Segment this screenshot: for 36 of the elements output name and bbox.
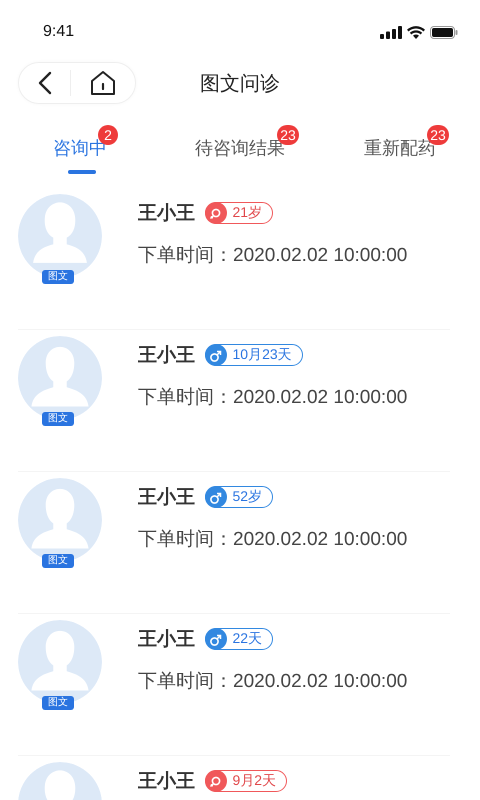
patient-name: 王小王 bbox=[138, 770, 195, 794]
type-tag: 图文 bbox=[42, 696, 74, 710]
order-item[interactable]: 图文 王小王 10月23天 下单时间：2020.02.02 10:00:00 bbox=[18, 330, 450, 472]
home-icon[interactable] bbox=[90, 70, 116, 96]
signal-icon bbox=[380, 26, 402, 38]
page-title: 图文问诊 bbox=[200, 72, 280, 96]
order-time: 下单时间：2020.02.02 10:00:00 bbox=[138, 244, 408, 268]
type-tag: 图文 bbox=[42, 270, 74, 284]
order-time: 下单时间：2020.02.02 10:00:00 bbox=[138, 528, 408, 552]
age-tag: 52岁 bbox=[205, 486, 274, 508]
tab-underline bbox=[68, 170, 96, 174]
male-symbol-icon bbox=[204, 628, 226, 650]
type-tag: 图文 bbox=[42, 554, 74, 568]
patient-name: 王小王 bbox=[138, 202, 195, 226]
female-symbol-icon bbox=[204, 202, 226, 224]
age-tag: 22天 bbox=[205, 628, 274, 650]
order-item[interactable]: 图文 王小王 22天 下单时间：2020.02.02 10:00:00 bbox=[18, 614, 450, 756]
patient-name: 王小王 bbox=[138, 344, 195, 368]
wifi-icon bbox=[407, 26, 425, 38]
type-tag: 图文 bbox=[42, 412, 74, 426]
order-time: 下单时间：2020.02.02 10:00:00 bbox=[138, 670, 408, 694]
age-tag: 10月23天 bbox=[205, 344, 303, 366]
female-symbol-icon bbox=[204, 770, 226, 792]
male-symbol-icon bbox=[204, 344, 226, 366]
order-item[interactable]: 图文 王小王 21岁 下单时间：2020.02.02 10:00:00 bbox=[18, 188, 450, 330]
order-time: 下单时间：2020.02.02 10:00:00 bbox=[138, 386, 408, 410]
age-tag: 9月2天 bbox=[205, 770, 288, 792]
back-icon[interactable] bbox=[38, 71, 52, 95]
battery-icon bbox=[430, 26, 458, 38]
patient-name: 王小王 bbox=[138, 628, 195, 652]
order-item[interactable]: 图文 王小王 52岁 下单时间：2020.02.02 10:00:00 bbox=[18, 472, 450, 614]
age-tag: 21岁 bbox=[205, 202, 274, 224]
status-time: 9:41 bbox=[43, 23, 74, 41]
order-item[interactable]: 王小王 9月2天 bbox=[18, 756, 450, 800]
male-symbol-icon bbox=[204, 486, 226, 508]
patient-name: 王小王 bbox=[138, 486, 195, 510]
